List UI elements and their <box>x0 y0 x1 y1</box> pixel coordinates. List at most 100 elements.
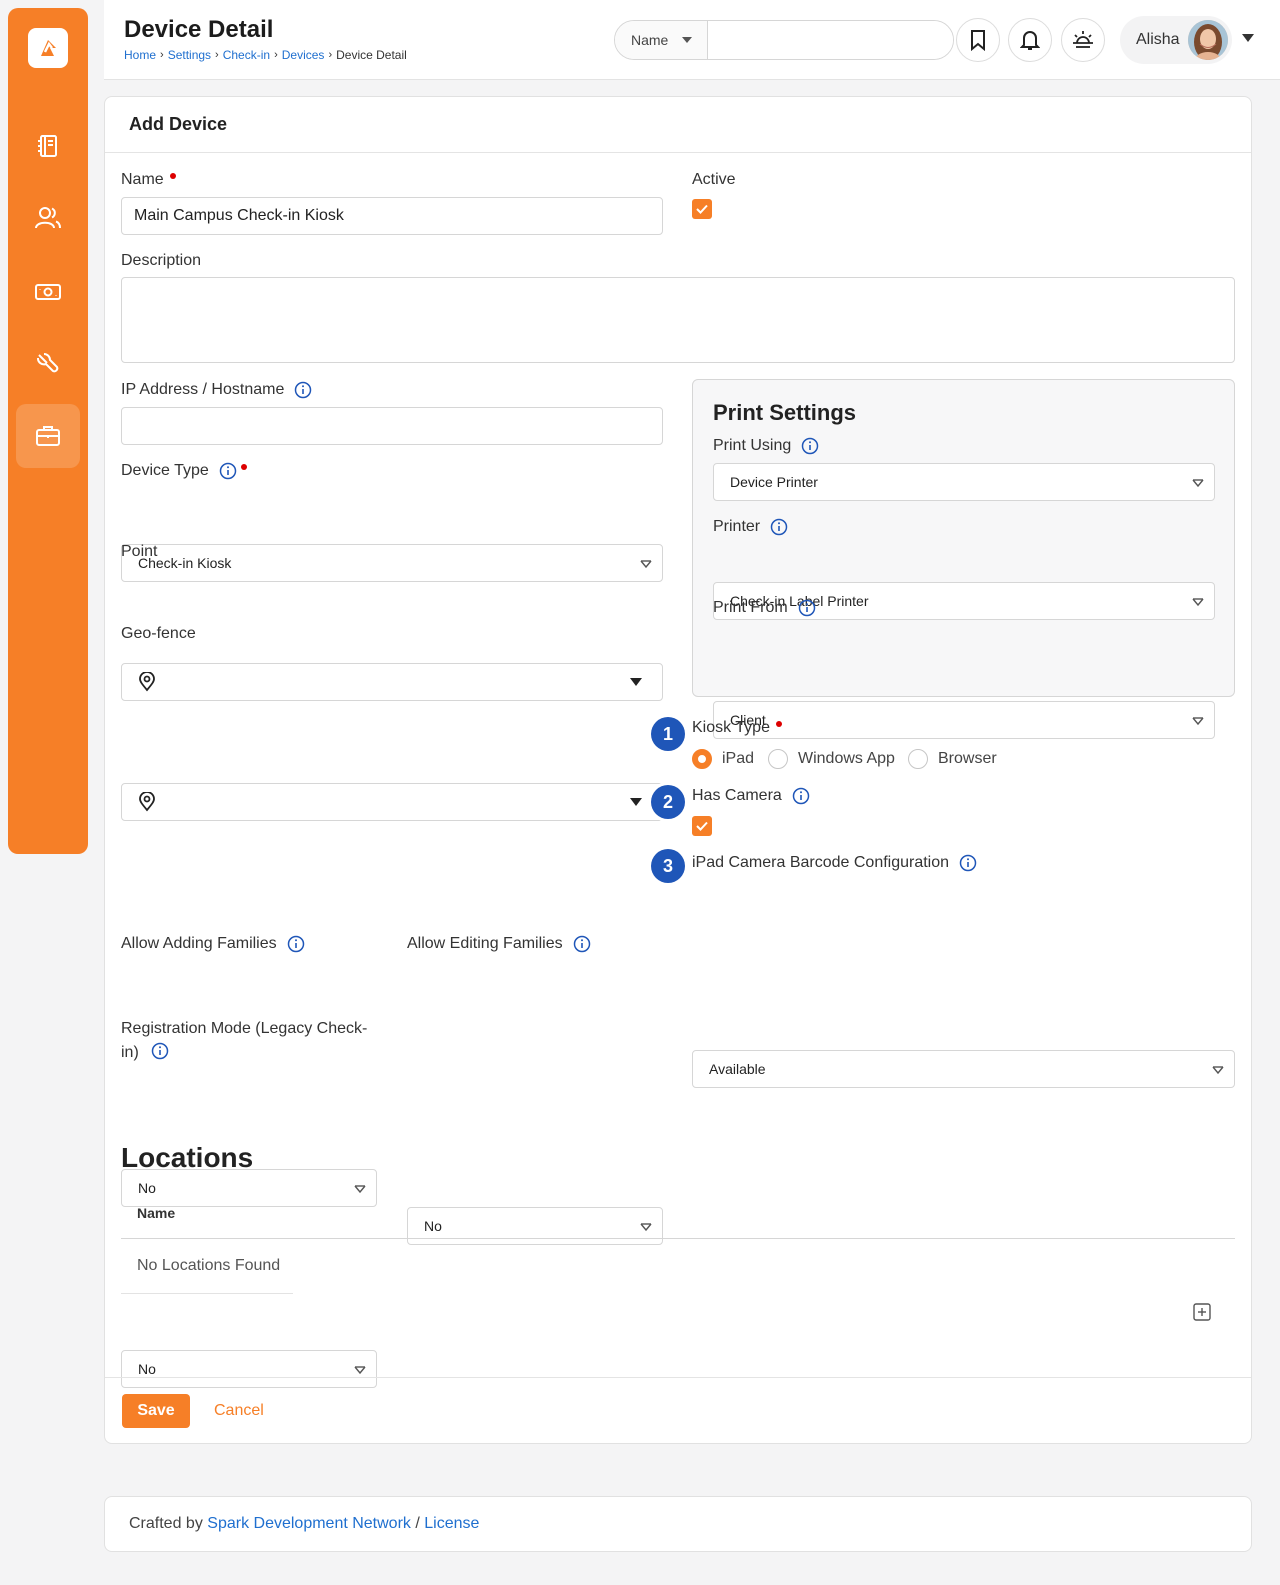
info-icon[interactable] <box>792 787 810 805</box>
chevron-down-icon <box>1212 1066 1224 1075</box>
breadcrumb-settings[interactable]: Settings <box>168 48 211 62</box>
point-label: Point <box>121 543 158 560</box>
caret-down-icon <box>682 37 693 43</box>
print-settings-title: Print Settings <box>713 400 857 425</box>
callout-badge-2: 2 <box>651 785 685 819</box>
breadcrumb: Home › Settings › Check-in › Devices › Devic… <box>124 48 407 62</box>
caret-down-icon <box>630 798 642 806</box>
user-profile[interactable]: Alisha <box>1120 16 1232 64</box>
chevron-down-icon <box>640 560 652 569</box>
chevron-down-icon <box>1192 717 1204 726</box>
theme-button[interactable] <box>1061 18 1105 62</box>
description-label: Description <box>121 252 202 269</box>
profile-caret-down-icon[interactable] <box>1242 34 1254 42</box>
has-camera-checkbox[interactable] <box>692 816 712 836</box>
allow-editing-label: Allow Editing Families <box>407 935 591 953</box>
bookmark-button[interactable] <box>956 18 1000 62</box>
sunrise-icon <box>1073 31 1093 48</box>
radio-browser[interactable]: Browser <box>908 749 997 769</box>
printer-label: Printer <box>713 518 788 536</box>
device-type-label: Device Type <box>121 462 247 480</box>
license-link[interactable]: License <box>424 1515 479 1533</box>
add-location-icon[interactable] <box>1193 1303 1211 1321</box>
info-icon[interactable] <box>801 437 819 455</box>
search-type-select[interactable]: Name <box>615 21 708 59</box>
barcode-config-select[interactable]: Available <box>692 1050 1235 1088</box>
check-icon <box>696 204 708 214</box>
info-icon[interactable] <box>798 599 816 617</box>
add-device-card: Add Device Name Main Campus Check-in Kio… <box>104 96 1252 1444</box>
geofence-picker[interactable] <box>121 783 663 821</box>
nav-people-icon[interactable] <box>16 186 80 250</box>
map-pin-icon <box>139 792 155 812</box>
info-icon[interactable] <box>287 935 305 953</box>
bell-icon <box>1020 31 1040 50</box>
search-bar: Name <box>614 20 954 60</box>
breadcrumb-devices[interactable]: Devices <box>282 48 325 62</box>
required-indicator <box>169 173 176 179</box>
rock-logo-icon[interactable] <box>28 28 68 68</box>
locations-heading: Locations <box>121 1142 254 1173</box>
radio-ipad[interactable]: iPad <box>692 749 754 769</box>
breadcrumb-checkin[interactable]: Check-in <box>223 48 270 62</box>
barcode-config-label: iPad Camera Barcode Configuration <box>692 854 977 872</box>
cancel-button[interactable]: Cancel <box>214 1402 264 1420</box>
kiosk-type-label: Kiosk Type <box>692 719 782 737</box>
chevron-right-icon: › <box>274 49 278 61</box>
sidebar <box>8 8 88 854</box>
callout-badge-1: 1 <box>651 717 685 751</box>
chevron-down-icon <box>354 1366 366 1375</box>
nav-finance-icon[interactable] <box>16 260 80 324</box>
user-name: Alisha <box>1136 31 1180 48</box>
info-icon[interactable] <box>151 1042 169 1060</box>
print-settings-panel: Print Settings Print Using Device Printe… <box>692 379 1235 739</box>
info-icon[interactable] <box>770 518 788 536</box>
radio-unselected-icon <box>908 749 928 769</box>
column-header-name[interactable]: Name <box>137 1205 175 1221</box>
nav-briefcase-icon[interactable] <box>16 404 80 468</box>
nav-wrench-icon[interactable] <box>16 332 80 396</box>
info-icon[interactable] <box>294 381 312 399</box>
info-icon[interactable] <box>573 935 591 953</box>
breadcrumb-current: Device Detail <box>336 48 407 62</box>
print-from-select[interactable]: Client <box>713 701 1215 739</box>
active-checkbox[interactable] <box>692 199 712 219</box>
device-type-select[interactable]: Check-in Kiosk <box>121 544 663 582</box>
info-icon[interactable] <box>219 462 237 480</box>
breadcrumb-home[interactable]: Home <box>124 48 156 62</box>
info-icon[interactable] <box>959 854 977 872</box>
notifications-button[interactable] <box>1008 18 1052 62</box>
name-label: Name <box>121 171 176 189</box>
nav-notebook-icon[interactable] <box>16 114 80 178</box>
chevron-right-icon: › <box>328 49 333 61</box>
radio-windows-app[interactable]: Windows App <box>768 749 895 769</box>
description-textarea[interactable] <box>121 277 1235 363</box>
chevron-right-icon: › <box>215 49 219 61</box>
bookmark-icon <box>971 30 985 51</box>
name-field[interactable]: Main Campus Check-in Kiosk <box>121 197 663 235</box>
allow-adding-label: Allow Adding Families <box>121 935 305 953</box>
footer-separator: / <box>415 1515 420 1532</box>
spark-link[interactable]: Spark Development Network <box>207 1515 411 1533</box>
ip-address-field[interactable] <box>121 407 663 445</box>
chevron-down-icon <box>1192 598 1204 607</box>
required-indicator <box>775 721 782 727</box>
avatar <box>1188 20 1228 60</box>
locations-table-header: Name <box>121 1197 1235 1239</box>
registration-mode-label: Registration Mode (Legacy Check-in) <box>121 1020 368 1061</box>
print-from-label: Print From <box>713 599 816 617</box>
callout-badge-3: 3 <box>651 849 685 883</box>
print-using-select[interactable]: Device Printer <box>713 463 1215 501</box>
search-input[interactable] <box>708 21 953 59</box>
map-pin-icon <box>139 672 155 692</box>
radio-unselected-icon <box>768 749 788 769</box>
geofence-label: Geo-fence <box>121 625 196 642</box>
crafted-by-text: Crafted by <box>129 1515 203 1532</box>
save-button[interactable]: Save <box>122 1394 190 1428</box>
card-actions: Save Cancel <box>105 1377 1251 1445</box>
point-picker[interactable] <box>121 663 663 701</box>
ip-address-label: IP Address / Hostname <box>121 381 312 399</box>
page-footer: Crafted by Spark Development Network / L… <box>104 1496 1252 1552</box>
card-title: Add Device <box>105 97 1251 153</box>
top-header: Device Detail Home › Settings › Check-in › … <box>104 0 1280 80</box>
